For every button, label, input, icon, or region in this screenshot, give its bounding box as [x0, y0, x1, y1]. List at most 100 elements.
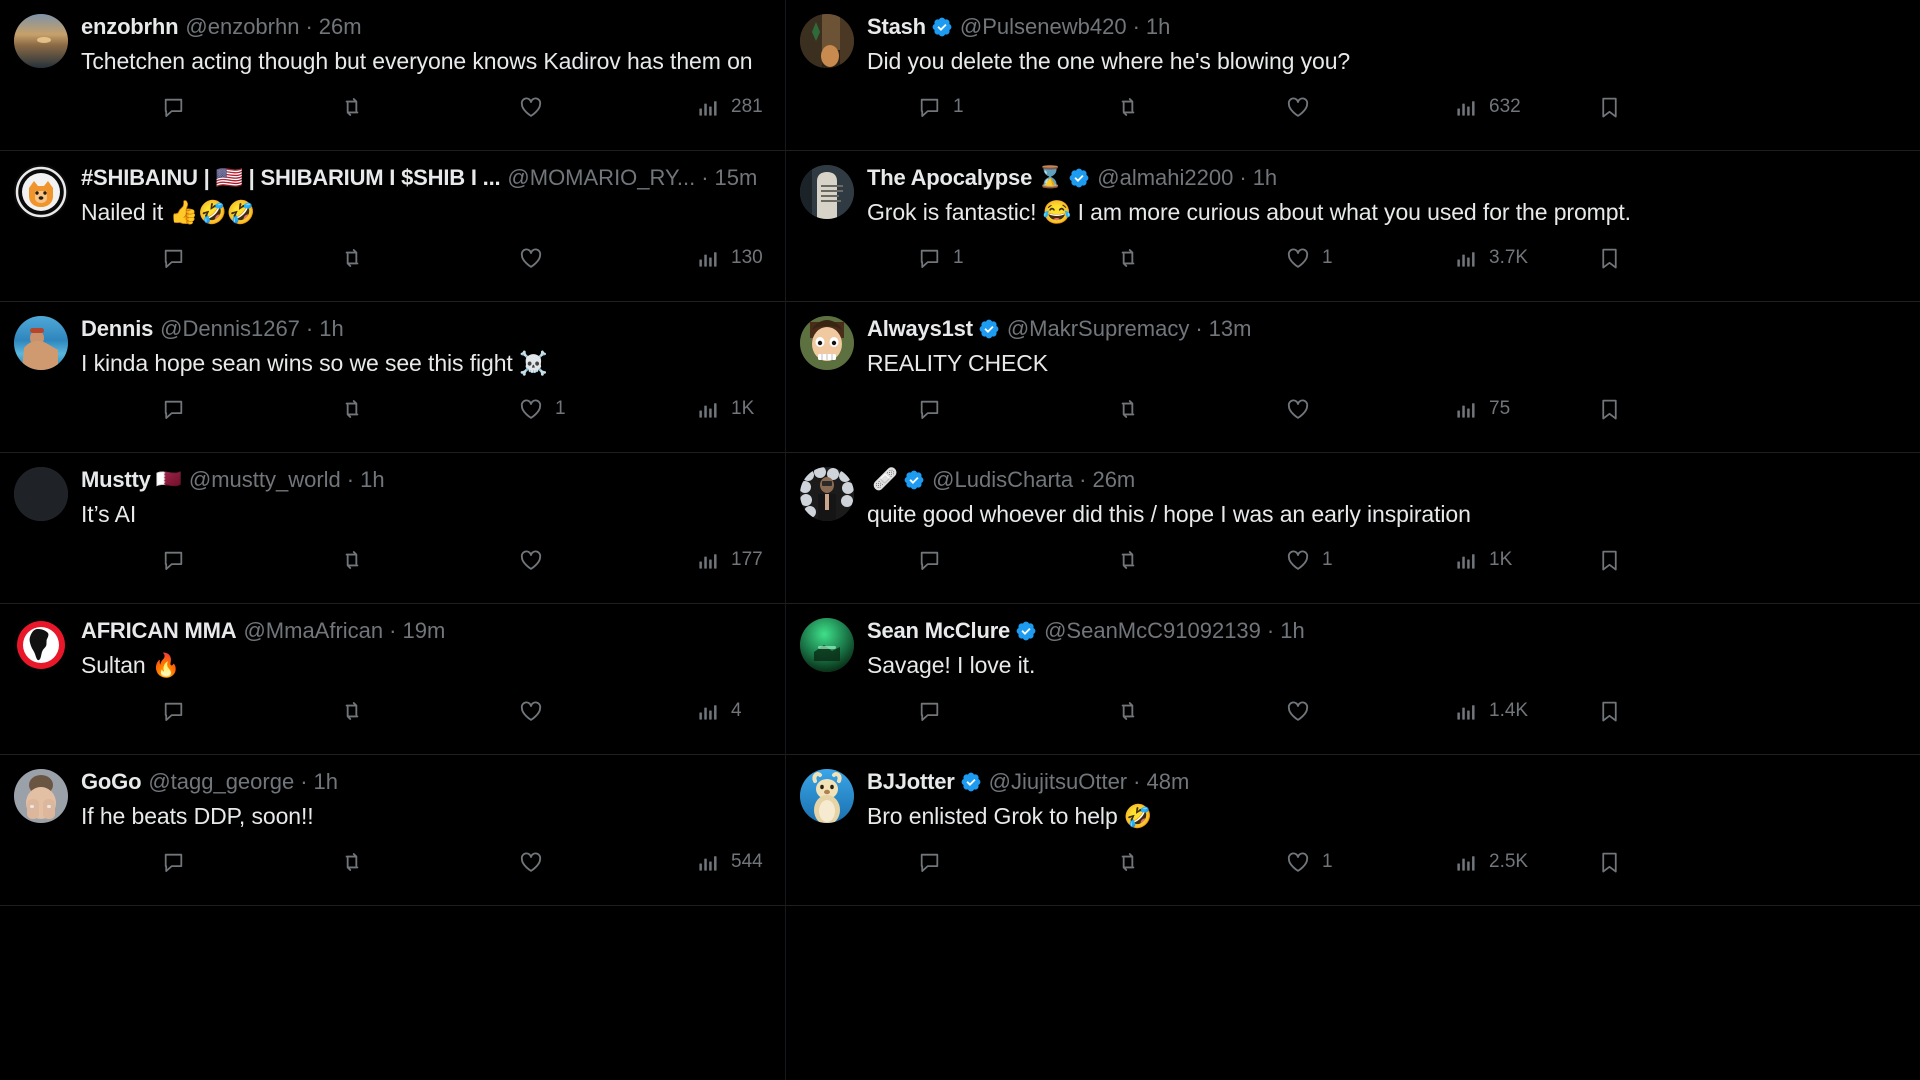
- timestamp[interactable]: 1h: [1146, 12, 1170, 42]
- right-views-action[interactable]: 632: [1455, 96, 1521, 119]
- avatar[interactable]: [800, 618, 854, 672]
- user-handle[interactable]: @LudisCharta: [932, 465, 1073, 495]
- right-bookmark-action[interactable]: [1597, 548, 1622, 573]
- avatar[interactable]: [800, 769, 854, 823]
- right-reply-action[interactable]: 1: [917, 95, 964, 120]
- right-views-action[interactable]: 3.7K: [1455, 247, 1528, 270]
- right-bookmark-action[interactable]: [1597, 246, 1622, 271]
- user-handle[interactable]: @tagg_george: [148, 767, 294, 797]
- left-reply-action[interactable]: [161, 548, 186, 573]
- tweet-row[interactable]: #SHIBAINU | 🇺🇸 | SHIBARIUM I $SHIB I ...…: [0, 151, 786, 302]
- display-name[interactable]: #SHIBAINU | 🇺🇸 | SHIBARIUM I $SHIB I ...: [81, 163, 501, 193]
- left-like-action[interactable]: [518, 698, 544, 724]
- avatar[interactable]: [14, 769, 68, 823]
- left-like-action[interactable]: [518, 547, 544, 573]
- tweet-row[interactable]: BJJotter @JiujitsuOtter · 48m Bro enlisted G…: [786, 755, 1920, 906]
- tweet-row[interactable]: GoGo @tagg_george · 1h If he beats DDP, soon…: [0, 755, 786, 906]
- avatar[interactable]: [14, 618, 68, 672]
- right-like-action[interactable]: 1: [1285, 849, 1333, 875]
- left-retweet-action[interactable]: [339, 698, 365, 724]
- user-handle[interactable]: @JiujitsuOtter: [989, 767, 1127, 797]
- right-bookmark-action[interactable]: [1597, 397, 1622, 422]
- user-handle[interactable]: @mustty_world: [189, 465, 341, 495]
- right-bookmark-action[interactable]: [1597, 699, 1622, 724]
- right-reply-action[interactable]: 1: [917, 246, 964, 271]
- user-handle[interactable]: @MmaAfrican: [243, 616, 383, 646]
- user-handle[interactable]: @enzobrhn: [185, 12, 299, 42]
- right-retweet-action[interactable]: [1115, 396, 1141, 422]
- left-views-action[interactable]: 1K: [697, 398, 754, 421]
- display-name[interactable]: The Apocalypse: [867, 163, 1032, 193]
- left-like-action[interactable]: [518, 849, 544, 875]
- timestamp[interactable]: 15m: [715, 163, 758, 193]
- tweet-row[interactable]: Dennis @Dennis1267 · 1h I kinda hope sean wi…: [0, 302, 786, 453]
- timestamp[interactable]: 26m: [1092, 465, 1135, 495]
- left-retweet-action[interactable]: [339, 849, 365, 875]
- left-retweet-action[interactable]: [339, 396, 365, 422]
- left-views-action[interactable]: 4: [697, 700, 742, 723]
- avatar[interactable]: [14, 165, 68, 219]
- right-reply-action[interactable]: [917, 699, 942, 724]
- tweet-row[interactable]: Sean McClure @SeanMcC91092139 · 1h Savage! I…: [786, 604, 1920, 755]
- left-retweet-action[interactable]: [339, 547, 365, 573]
- right-like-action[interactable]: [1285, 94, 1311, 120]
- timestamp[interactable]: 26m: [319, 12, 362, 42]
- user-handle[interactable]: @MakrSupremacy: [1007, 314, 1190, 344]
- timestamp[interactable]: 13m: [1209, 314, 1252, 344]
- right-retweet-action[interactable]: [1115, 547, 1141, 573]
- tweet-row[interactable]: AFRICAN MMA @MmaAfrican · 19m Sultan 🔥 4: [0, 604, 786, 755]
- display-name[interactable]: GoGo: [81, 767, 142, 797]
- left-like-action[interactable]: 1: [518, 396, 566, 422]
- display-name[interactable]: enzobrhn: [81, 12, 179, 42]
- user-handle[interactable]: @almahi2200: [1097, 163, 1233, 193]
- avatar[interactable]: [800, 165, 854, 219]
- right-like-action[interactable]: [1285, 698, 1311, 724]
- right-reply-action[interactable]: [917, 548, 942, 573]
- left-views-action[interactable]: 130: [697, 247, 763, 270]
- left-reply-action[interactable]: [161, 95, 186, 120]
- tweet-row[interactable]: Stash @Pulsenewb420 · 1h Did you delete the …: [786, 0, 1920, 151]
- user-handle[interactable]: @Pulsenewb420: [960, 12, 1127, 42]
- right-retweet-action[interactable]: [1115, 94, 1141, 120]
- right-retweet-action[interactable]: [1115, 698, 1141, 724]
- timestamp[interactable]: 48m: [1146, 767, 1189, 797]
- right-like-action[interactable]: 1: [1285, 547, 1333, 573]
- tweet-row[interactable]: 🩹 @LudisCharta · 26m quite good whoever did …: [786, 453, 1920, 604]
- left-like-action[interactable]: [518, 245, 544, 271]
- display-name[interactable]: Stash: [867, 12, 926, 42]
- timestamp[interactable]: 19m: [402, 616, 445, 646]
- display-name[interactable]: Always1st: [867, 314, 973, 344]
- timestamp[interactable]: 1h: [1253, 163, 1277, 193]
- timestamp[interactable]: 1h: [319, 314, 343, 344]
- display-name[interactable]: AFRICAN MMA: [81, 616, 237, 646]
- right-views-action[interactable]: 75: [1455, 398, 1510, 421]
- right-reply-action[interactable]: [917, 397, 942, 422]
- left-reply-action[interactable]: [161, 699, 186, 724]
- right-reply-action[interactable]: [917, 850, 942, 875]
- tweet-row[interactable]: enzobrhn @enzobrhn · 26m Tchetchen acting th…: [0, 0, 786, 151]
- right-like-action[interactable]: [1285, 396, 1311, 422]
- user-handle[interactable]: @SeanMcC91092139: [1044, 616, 1261, 646]
- display-name[interactable]: Dennis: [81, 314, 153, 344]
- left-reply-action[interactable]: [161, 397, 186, 422]
- timestamp[interactable]: 1h: [1280, 616, 1304, 646]
- avatar[interactable]: [800, 14, 854, 68]
- right-bookmark-action[interactable]: [1597, 95, 1622, 120]
- left-retweet-action[interactable]: [339, 94, 365, 120]
- left-like-action[interactable]: [518, 94, 544, 120]
- right-retweet-action[interactable]: [1115, 849, 1141, 875]
- avatar[interactable]: [14, 14, 68, 68]
- user-handle[interactable]: @MOMARIO_RY...: [507, 163, 695, 193]
- avatar[interactable]: [800, 316, 854, 370]
- right-bookmark-action[interactable]: [1597, 850, 1622, 875]
- avatar[interactable]: [14, 316, 68, 370]
- right-views-action[interactable]: 1K: [1455, 549, 1512, 572]
- display-name[interactable]: BJJotter: [867, 767, 955, 797]
- left-retweet-action[interactable]: [339, 245, 365, 271]
- timestamp[interactable]: 1h: [314, 767, 338, 797]
- user-handle[interactable]: @Dennis1267: [160, 314, 300, 344]
- display-name[interactable]: Sean McClure: [867, 616, 1010, 646]
- left-reply-action[interactable]: [161, 850, 186, 875]
- left-reply-action[interactable]: [161, 246, 186, 271]
- left-views-action[interactable]: 544: [697, 851, 763, 874]
